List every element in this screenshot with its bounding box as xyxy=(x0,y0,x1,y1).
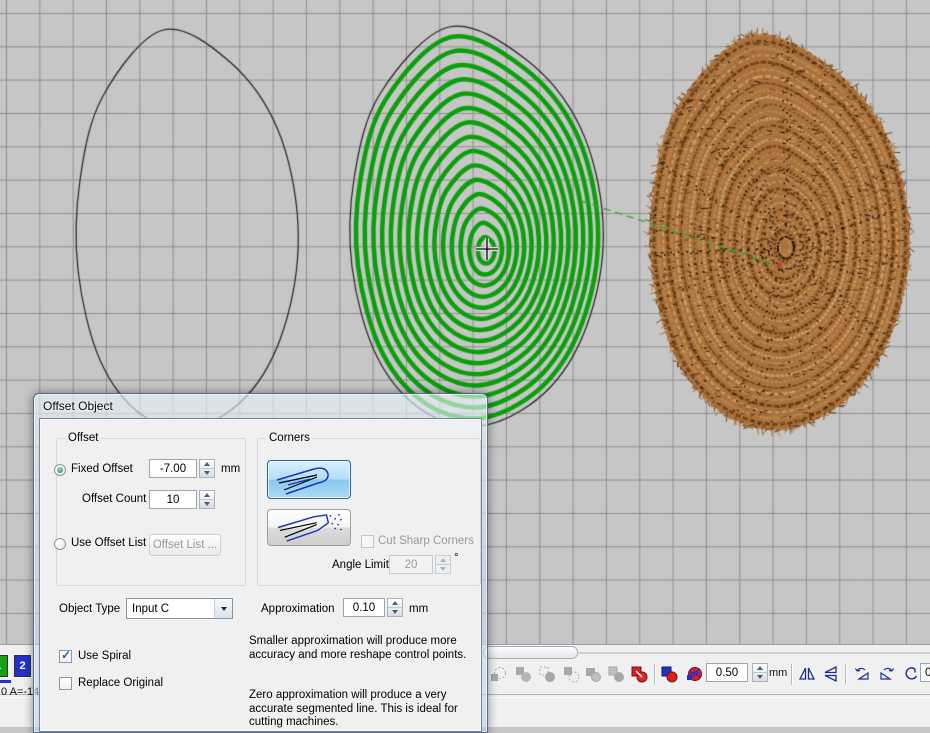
shaping-combine-icon[interactable] xyxy=(630,665,648,683)
offset-object-dialog: Offset Object Offset Fixed Offset mm Off… xyxy=(33,393,488,733)
use-offset-list-label: Use Offset List xyxy=(71,537,146,549)
rounded-corners-button[interactable] xyxy=(267,460,351,499)
toolbar-separator xyxy=(845,664,847,685)
shaping-trim-icon xyxy=(514,665,532,683)
approximation-note-1: Smaller approximation will produce more … xyxy=(249,635,471,662)
fixed-offset-radio[interactable] xyxy=(54,464,66,476)
object-type-label: Object Type xyxy=(59,603,120,615)
shaping-simplify-icon xyxy=(562,665,580,683)
offset-list-button-label: Offset List ... xyxy=(153,539,217,551)
offset-count-spin-buttons[interactable] xyxy=(199,490,215,509)
object-type-value: Input C xyxy=(127,599,214,618)
cut-sharp-corners-checkbox xyxy=(361,535,374,548)
offset-list-button: Offset List ... xyxy=(149,534,221,556)
selected-color-indicator xyxy=(0,680,11,683)
dialog-body: Offset Fixed Offset mm Offset Count Use … xyxy=(39,418,482,732)
angle-limit-spin xyxy=(389,555,451,574)
shaping-back-minus-front-icon xyxy=(607,665,625,683)
offset-count-spin xyxy=(149,490,215,509)
color-chip-1[interactable]: 1 xyxy=(0,655,8,677)
approximation-label: Approximation xyxy=(261,603,335,615)
rounded-corners-icon xyxy=(271,464,347,496)
object-type-combobox[interactable]: Input C xyxy=(126,598,233,619)
mirror-horizontal-icon[interactable] xyxy=(798,665,816,683)
approximation-note-2: Zero approximation will produce a very a… xyxy=(249,689,471,730)
mirror-vertical-icon[interactable] xyxy=(822,665,840,683)
overlap-objects-icon[interactable] xyxy=(660,665,678,683)
fixed-offset-unit: mm xyxy=(221,463,240,475)
toolbar-separator xyxy=(791,664,793,685)
fixed-offset-spin xyxy=(149,459,215,478)
stitch-length-unit: mm xyxy=(769,667,787,679)
angle-limit-label: Angle Limit xyxy=(332,559,389,571)
approximation-spin xyxy=(343,598,403,617)
color-chip-2-label: 2 xyxy=(19,660,25,672)
fixed-offset-input[interactable] xyxy=(149,459,197,478)
stitch-length-input[interactable] xyxy=(706,663,748,682)
replace-original-checkbox[interactable] xyxy=(59,677,72,690)
fixed-offset-label: Fixed Offset xyxy=(71,463,133,475)
use-spiral-checkbox[interactable] xyxy=(59,650,72,663)
approximation-input[interactable] xyxy=(343,598,385,617)
shaping-front-minus-back-icon xyxy=(584,665,602,683)
chevron-down-icon[interactable] xyxy=(214,599,232,618)
use-offset-list-radio[interactable] xyxy=(54,538,66,550)
sharp-corners-icon xyxy=(271,512,347,543)
approximation-unit: mm xyxy=(409,603,428,615)
fixed-offset-spin-buttons[interactable] xyxy=(199,459,215,478)
application-window: { "dialog": { "title": "Offset Object", … xyxy=(0,0,930,726)
angle-limit-spin-buttons xyxy=(435,555,451,574)
shaping-intersect-icon xyxy=(538,665,556,683)
angle-limit-unit: ° xyxy=(454,552,459,564)
stitch-length-spinner[interactable] xyxy=(752,663,768,682)
offset-count-label: Offset Count xyxy=(82,493,146,505)
pattern-overlap-icon[interactable] xyxy=(685,665,703,683)
color-chip-2[interactable]: 2 xyxy=(14,655,31,677)
dialog-titlebar[interactable]: Offset Object xyxy=(34,394,487,418)
approximation-spin-buttons[interactable] xyxy=(387,598,403,617)
rotate-reset-icon[interactable] xyxy=(902,665,920,683)
replace-original-label: Replace Original xyxy=(78,677,163,689)
rotate-cw-icon[interactable] xyxy=(878,665,896,683)
angle-limit-input xyxy=(389,555,433,574)
offset-count-input[interactable] xyxy=(149,490,197,509)
corners-group-label: Corners xyxy=(266,432,313,444)
use-spiral-label: Use Spiral xyxy=(78,650,131,662)
sharp-corners-button[interactable] xyxy=(267,509,351,546)
hscrollbar-thumb[interactable] xyxy=(483,646,578,659)
rotation-angle-input[interactable] xyxy=(920,663,930,682)
cut-sharp-corners-label: Cut Sharp Corners xyxy=(378,535,474,547)
shaping-weld-icon xyxy=(489,665,507,683)
color-chip-1-label: 1 xyxy=(0,660,1,672)
toolbar-separator xyxy=(654,664,656,685)
offset-group-label: Offset xyxy=(65,432,101,444)
rotate-ccw-icon[interactable] xyxy=(853,665,871,683)
dialog-title: Offset Object xyxy=(43,399,113,413)
